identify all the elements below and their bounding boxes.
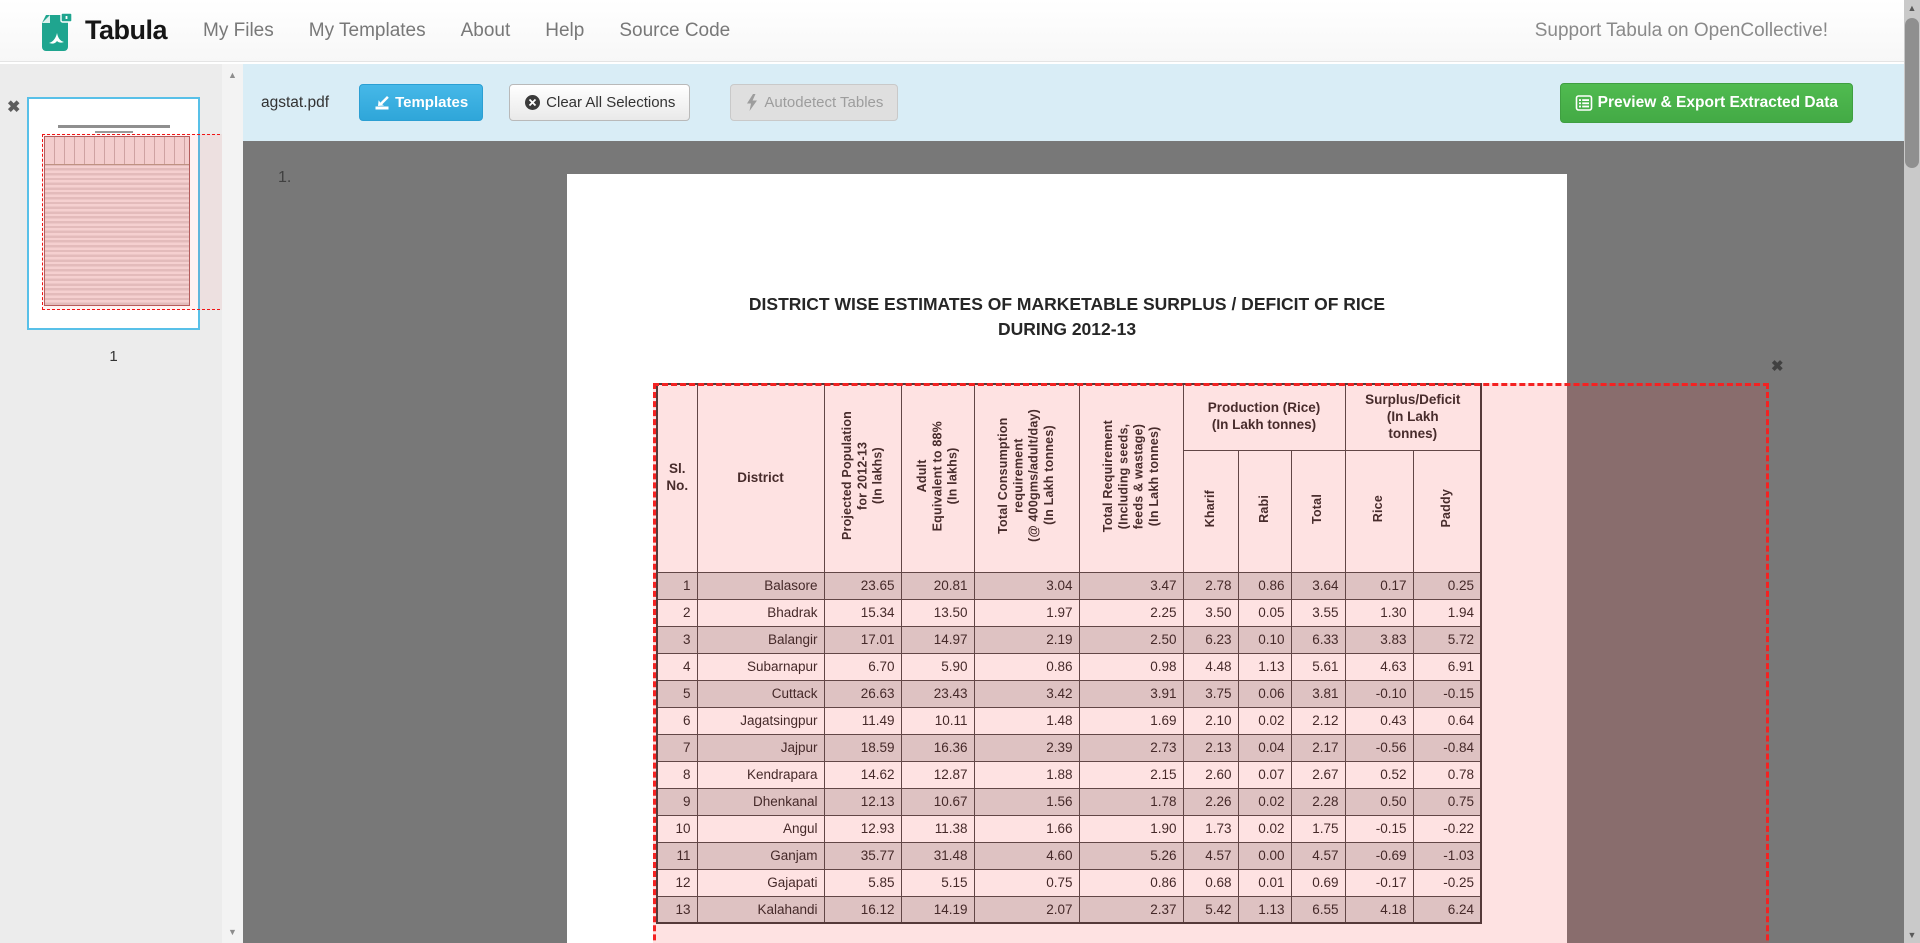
sidebar-scrollbar[interactable]: ▲ ▼: [222, 64, 243, 943]
document-title: DISTRICT WISE ESTIMATES OF MARKETABLE SU…: [567, 292, 1567, 342]
autodetect-tables-label: Autodetect Tables: [764, 94, 883, 111]
nav-my-files[interactable]: My Files: [203, 20, 274, 42]
nav-source-code[interactable]: Source Code: [619, 20, 730, 42]
scrollbar-thumb[interactable]: [1905, 18, 1919, 168]
nav-my-templates[interactable]: My Templates: [309, 20, 426, 42]
templates-icon: [374, 95, 390, 111]
toolbar: agstat.pdf Templates Clear All Selection…: [243, 64, 1904, 141]
clear-all-selections-button[interactable]: Clear All Selections: [509, 84, 690, 121]
brand[interactable]: Tabula: [40, 10, 167, 52]
brand-name[interactable]: Tabula: [85, 15, 167, 46]
nav-help[interactable]: Help: [545, 20, 584, 42]
scroll-up-icon[interactable]: ▲: [1904, 0, 1920, 16]
pdf-workspace[interactable]: 1. DISTRICT WISE ESTIMATES OF MARKETABLE…: [243, 141, 1904, 943]
scroll-down-icon[interactable]: ▼: [1904, 927, 1920, 943]
scroll-up-icon[interactable]: ▲: [222, 70, 243, 80]
thumbnail-title-line: [58, 125, 170, 128]
list-table-icon: [1575, 94, 1593, 112]
sidebar: ✖ 1: [0, 64, 222, 943]
tabula-logo-icon: [40, 10, 74, 52]
thumbnail-title-line: [95, 131, 133, 133]
scroll-down-icon[interactable]: ▼: [222, 927, 243, 937]
preview-export-button[interactable]: Preview & Export Extracted Data: [1560, 83, 1853, 123]
templates-button[interactable]: Templates: [359, 84, 483, 121]
templates-label: Templates: [395, 94, 468, 111]
selection-close-icon[interactable]: ✖: [1771, 359, 1784, 374]
page-thumbnail[interactable]: [27, 97, 200, 330]
thumbnail-close-icon[interactable]: ✖: [7, 100, 20, 116]
autodetect-tables-button[interactable]: Autodetect Tables: [730, 84, 898, 121]
filename-label: agstat.pdf: [261, 94, 329, 112]
tabula-app: Tabula My Files My Templates About Help …: [0, 0, 1920, 943]
navbar: Tabula My Files My Templates About Help …: [0, 0, 1904, 62]
lightning-bolt-icon: [745, 94, 759, 111]
clear-selections-icon: [524, 94, 541, 111]
nav-links: My Files My Templates About Help Source …: [203, 20, 730, 42]
page-number-label: 1.: [278, 169, 291, 187]
nav-about[interactable]: About: [461, 20, 511, 42]
thumbnail-page-number: 1: [27, 348, 200, 365]
preview-export-label: Preview & Export Extracted Data: [1598, 94, 1838, 112]
thumbnail-selection: [42, 134, 225, 310]
table-selection[interactable]: [653, 383, 1769, 943]
support-link[interactable]: Support Tabula on OpenCollective!: [1535, 20, 1828, 42]
vertical-scrollbar[interactable]: ▲ ▼: [1904, 0, 1920, 943]
clear-selections-label: Clear All Selections: [546, 94, 675, 111]
